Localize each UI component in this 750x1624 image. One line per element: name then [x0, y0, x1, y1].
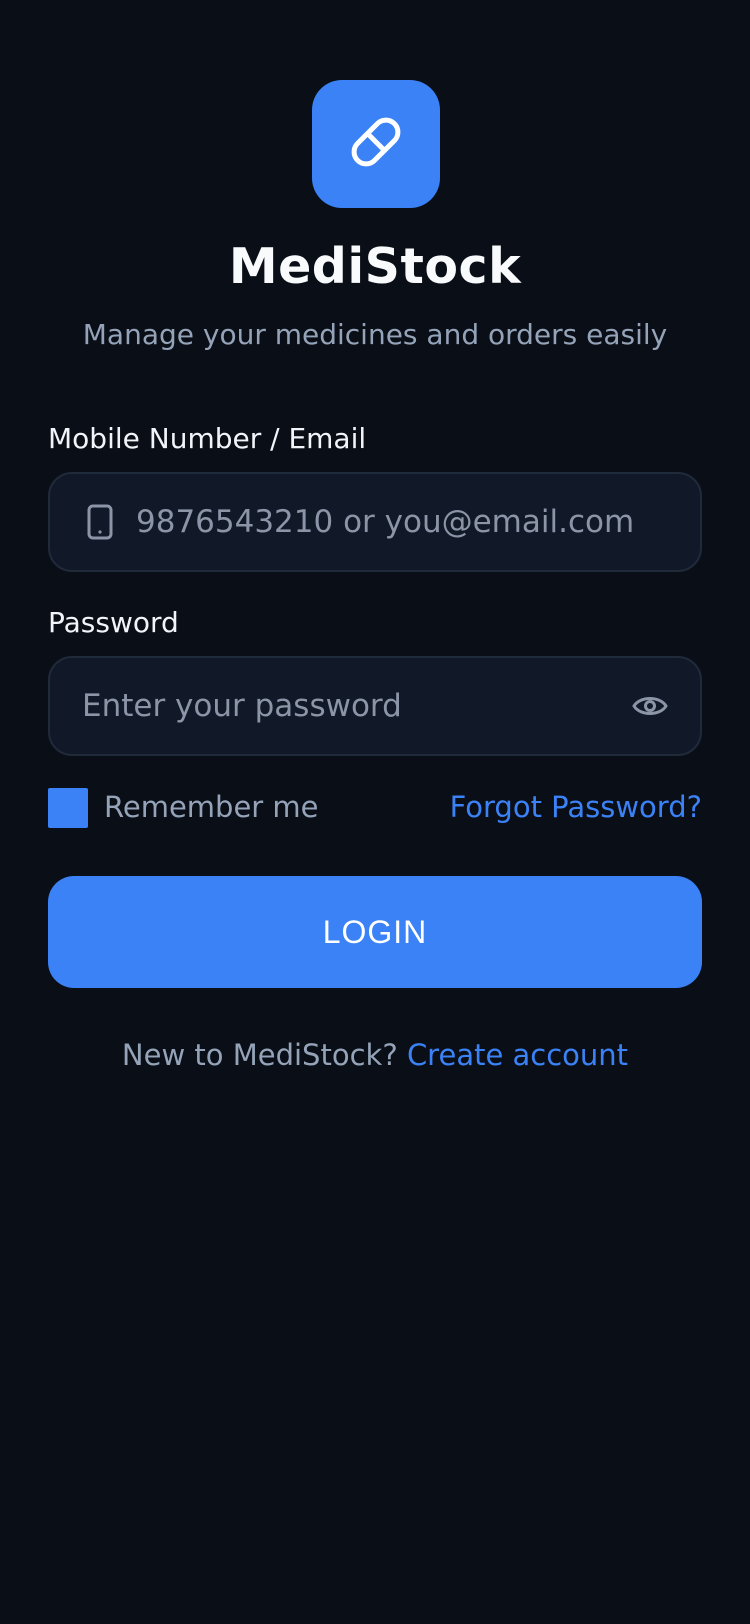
login-screen: MediStock Manage your medicines and orde…	[0, 0, 750, 1624]
password-field[interactable]	[48, 656, 702, 756]
remember-me-label[interactable]: Remember me	[104, 790, 319, 824]
app-logo	[312, 80, 440, 208]
signup-prompt: New to MediStock?	[121, 1038, 398, 1072]
eye-icon[interactable]	[632, 693, 668, 719]
password-label: Password	[48, 606, 179, 639]
pill-icon	[344, 110, 408, 178]
create-account-link[interactable]: Create account	[407, 1038, 628, 1072]
app-title: MediStock	[228, 238, 522, 295]
app-tagline: Manage your medicines and orders easily	[82, 318, 668, 351]
identity-field[interactable]	[48, 472, 702, 572]
remember-me-checkbox[interactable]	[48, 788, 88, 828]
forgot-password-link[interactable]: Forgot Password?	[450, 790, 702, 824]
identity-input[interactable]	[136, 474, 700, 570]
password-input[interactable]	[50, 658, 632, 754]
login-button[interactable]: LOGIN	[48, 876, 702, 988]
identity-label: Mobile Number / Email	[48, 422, 367, 455]
phone-icon	[86, 504, 114, 540]
remember-row: Remember me Forgot Password?	[48, 788, 702, 828]
signup-row: New to MediStock? Create account	[0, 1038, 750, 1072]
